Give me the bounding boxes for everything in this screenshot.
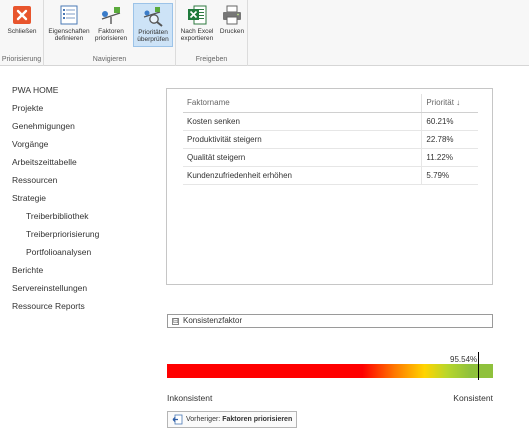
print-button-label: Drucken [219, 28, 245, 35]
nav-item-portfolioanalysen[interactable]: Portfolioanalysen [12, 243, 152, 261]
column-header-faktorname[interactable]: Faktorname [183, 94, 423, 113]
ribbon-group-label-freigeben: Freigeben [195, 56, 228, 63]
close-button[interactable]: Schließen [3, 3, 41, 47]
nav-item-arbeitszeittabelle[interactable]: Arbeitszeittabelle [12, 153, 152, 171]
priorities-panel: Faktorname Priorität ↓ Kosten senken 60.… [166, 88, 493, 285]
export-excel-label-2: exportieren [180, 35, 214, 42]
prioritize-factors-button[interactable]: Faktoren priorisieren [91, 3, 131, 47]
ribbon: Schließen Priorisierung Eigenschaften de… [0, 0, 529, 66]
define-properties-label-1: Eigenschaften [48, 28, 90, 35]
review-priorities-label-2: überprüfen [137, 36, 169, 43]
nav-item-projekte[interactable]: Projekte [12, 99, 152, 117]
ribbon-group-label-navigieren: Navigieren [92, 56, 127, 63]
nav-item-vorgaenge[interactable]: Vorgänge [12, 135, 152, 153]
consistent-label: Konsistent [453, 393, 493, 403]
ribbon-group-label-priorisierung: Priorisierung [1, 56, 42, 63]
factor-name-cell: Kosten senken [183, 112, 423, 131]
review-priorities-label-1: Prioritäten [138, 29, 168, 36]
prioritize-icon [100, 4, 122, 26]
table-row[interactable]: Qualität steigern 11.22% [183, 148, 478, 167]
export-excel-button[interactable]: Nach Excel exportieren [178, 3, 216, 47]
properties-icon [58, 4, 80, 26]
priority-cell: 60.21% [421, 112, 478, 131]
print-button[interactable]: Drucken [218, 3, 246, 47]
table-row[interactable]: Produktivität steigern 22.78% [183, 130, 478, 149]
nav-item-treiberbibliothek[interactable]: Treiberbibliothek [12, 207, 152, 225]
define-properties-label-2: definieren [54, 35, 84, 42]
priority-cell: 11.22% [421, 148, 478, 167]
ribbon-group-navigieren: Eigenschaften definieren Faktoren priori… [44, 0, 176, 66]
consistency-factor-header[interactable]: ⊟ Konsistenzfaktor [167, 314, 493, 328]
consistency-value-label: 95.54% [450, 355, 478, 364]
review-priorities-icon [142, 5, 164, 27]
nav-item-ressourcen[interactable]: Ressourcen [12, 171, 152, 189]
nav-item-berichte[interactable]: Berichte [12, 261, 152, 279]
ribbon-group-priorisierung: Schließen Priorisierung [0, 0, 44, 66]
table-header-row: Faktorname Priorität ↓ [183, 94, 478, 113]
left-navigation: PWA HOME Projekte Genehmigungen Vorgänge… [12, 81, 152, 315]
consistency-factor-title: Konsistenzfaktor [183, 316, 243, 325]
nav-item-servereinstellungen[interactable]: Servereinstellungen [12, 279, 152, 297]
review-priorities-button[interactable]: Prioritäten überprüfen [133, 3, 173, 47]
factor-name-cell: Qualität steigern [183, 148, 423, 167]
consistency-marker [478, 352, 479, 380]
nav-item-strategie[interactable]: Strategie [12, 189, 152, 207]
inconsistent-label: Inkonsistent [167, 393, 213, 403]
collapse-icon[interactable]: ⊟ [172, 318, 179, 325]
ribbon-group-freigeben: Nach Excel exportieren Drucken Freigeben [176, 0, 248, 66]
previous-step-target: Faktoren priorisieren [222, 416, 293, 423]
table-row[interactable]: Kundenzufriedenheit erhöhen 5.79% [183, 166, 478, 185]
back-page-icon [172, 414, 183, 425]
consistency-gradient-bar [167, 364, 493, 378]
prioritize-factors-label-2: priorisieren [94, 35, 128, 42]
close-button-label: Schließen [7, 28, 37, 35]
factor-name-cell: Produktivität steigern [183, 130, 423, 149]
nav-item-pwa-home[interactable]: PWA HOME [12, 81, 152, 99]
export-excel-label-1: Nach Excel [180, 28, 214, 35]
excel-icon [186, 4, 208, 26]
factor-name-cell: Kundenzufriedenheit erhöhen [183, 166, 423, 185]
prioritize-factors-label-1: Faktoren [98, 28, 124, 35]
nav-item-treiberpriorisierung[interactable]: Treiberpriorisierung [12, 225, 152, 243]
priority-cell: 22.78% [421, 130, 478, 149]
priority-cell: 5.79% [421, 166, 478, 185]
previous-step-prefix: Vorheriger: [186, 416, 221, 423]
nav-item-ressource-reports[interactable]: Ressource Reports [12, 297, 152, 315]
column-header-prioritaet[interactable]: Priorität ↓ [421, 94, 478, 113]
close-icon [11, 4, 33, 26]
table-row[interactable]: Kosten senken 60.21% [183, 112, 478, 131]
previous-step-button[interactable]: Vorheriger: Faktoren priorisieren [167, 411, 297, 428]
priorities-table: Faktorname Priorität ↓ Kosten senken 60.… [183, 94, 478, 185]
printer-icon [221, 4, 243, 26]
define-properties-button[interactable]: Eigenschaften definieren [48, 3, 90, 47]
nav-item-genehmigungen[interactable]: Genehmigungen [12, 117, 152, 135]
